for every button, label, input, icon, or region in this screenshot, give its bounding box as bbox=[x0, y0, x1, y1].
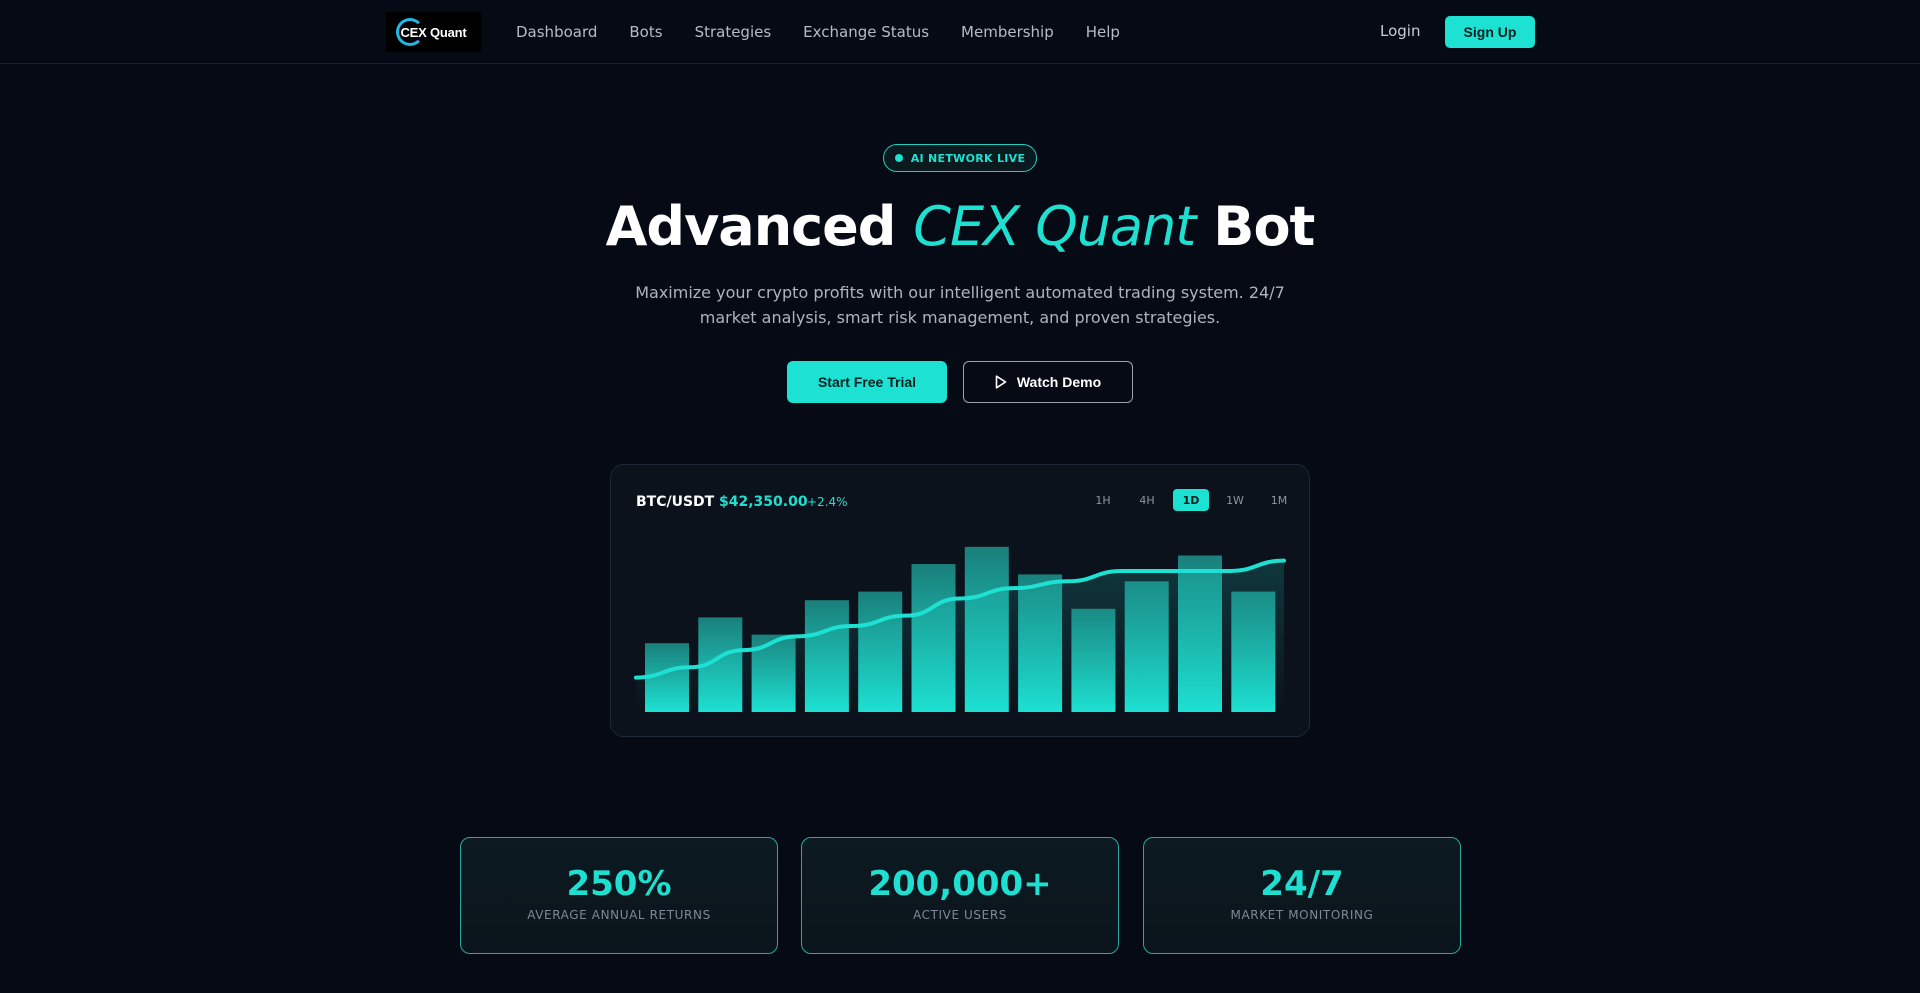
price-change: +2.4% bbox=[807, 495, 848, 509]
timeframe-1w[interactable]: 1W bbox=[1217, 489, 1253, 511]
timeframe-1m[interactable]: 1M bbox=[1261, 489, 1297, 511]
live-badge: AI NETWORK LIVE bbox=[883, 144, 1037, 172]
live-badge-label: AI NETWORK LIVE bbox=[910, 151, 1026, 165]
stat-value: 24/7 bbox=[1260, 864, 1344, 904]
stat-label: MARKET MONITORING bbox=[1230, 908, 1374, 922]
live-dot-icon bbox=[894, 154, 903, 162]
nav-link-strategies[interactable]: Strategies bbox=[695, 23, 772, 41]
login-link[interactable]: Login bbox=[1380, 22, 1420, 40]
price-chart-card: BTC/USDT $42,350.00 +2.4% 1H 4H 1D 1W 1M bbox=[610, 464, 1310, 737]
logo-text: CEX Quant bbox=[400, 24, 467, 40]
stat-label: ACTIVE USERS bbox=[913, 908, 1007, 922]
stat-value: 250% bbox=[566, 864, 672, 904]
signup-button[interactable]: Sign Up bbox=[1445, 16, 1535, 48]
hero-title: Advanced CEX Quant Bot bbox=[0, 195, 1920, 258]
hero-title-suffix: Bot bbox=[1213, 195, 1315, 258]
timeframe-1d[interactable]: 1D bbox=[1173, 489, 1209, 511]
hero-title-prefix: Advanced bbox=[605, 195, 897, 258]
nav-link-exchange-status[interactable]: Exchange Status bbox=[803, 23, 929, 41]
hero-subtitle: Maximize your crypto profits with our in… bbox=[635, 283, 1285, 327]
start-free-trial-button[interactable]: Start Free Trial bbox=[787, 361, 947, 403]
nav-link-bots[interactable]: Bots bbox=[629, 23, 662, 41]
stat-card-returns: 250% AVERAGE ANNUAL RETURNS bbox=[460, 837, 778, 954]
top-navbar: CEX Quant Dashboard Bots Strategies Exch… bbox=[0, 0, 1920, 64]
nav-link-dashboard[interactable]: Dashboard bbox=[516, 23, 597, 41]
stat-label: AVERAGE ANNUAL RETURNS bbox=[527, 908, 711, 922]
watch-demo-button[interactable]: Watch Demo bbox=[963, 361, 1133, 403]
watch-demo-label: Watch Demo bbox=[1016, 374, 1102, 390]
nav-links: Dashboard Bots Strategies Exchange Statu… bbox=[516, 0, 1152, 64]
logo[interactable]: CEX Quant bbox=[386, 12, 481, 52]
timeframe-selector: 1H 4H 1D 1W 1M bbox=[1077, 489, 1297, 511]
timeframe-1h[interactable]: 1H bbox=[1085, 489, 1121, 511]
timeframe-4h[interactable]: 4H bbox=[1129, 489, 1165, 511]
nav-link-help[interactable]: Help bbox=[1086, 23, 1120, 41]
nav-link-membership[interactable]: Membership bbox=[961, 23, 1054, 41]
stat-card-users: 200,000+ ACTIVE USERS bbox=[801, 837, 1119, 954]
hero-title-accent: CEX Quant bbox=[913, 195, 1196, 258]
play-icon bbox=[995, 375, 1007, 389]
trading-pair: BTC/USDT bbox=[636, 494, 715, 510]
stat-card-monitoring: 24/7 MARKET MONITORING bbox=[1143, 837, 1461, 954]
stat-value: 200,000+ bbox=[868, 864, 1052, 904]
current-price: $42,350.00 bbox=[719, 494, 808, 510]
